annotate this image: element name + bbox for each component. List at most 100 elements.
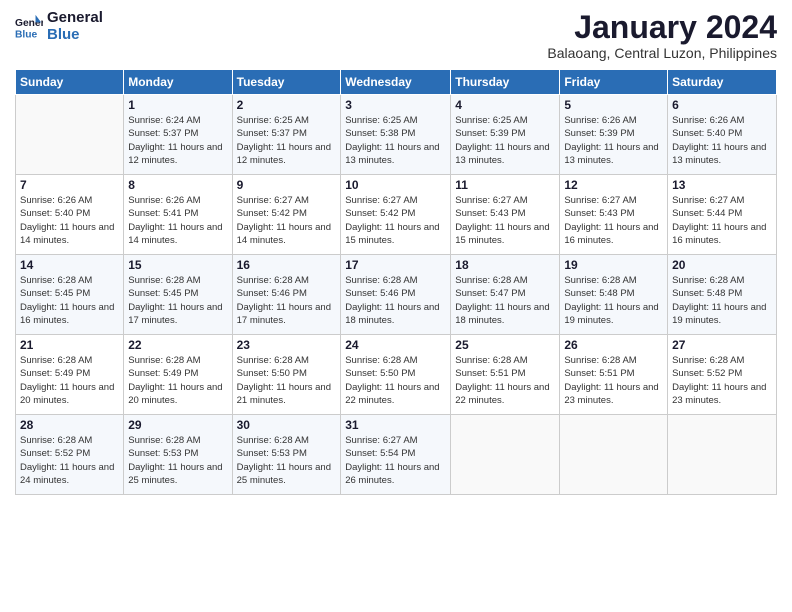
calendar-week-row: 28 Sunrise: 6:28 AM Sunset: 5:52 PM Dayli…	[16, 415, 777, 495]
weekday-header-sunday: Sunday	[16, 70, 124, 95]
day-number: 14	[20, 258, 119, 272]
calendar-cell: 13 Sunrise: 6:27 AM Sunset: 5:44 PM Dayli…	[668, 175, 777, 255]
calendar-cell: 4 Sunrise: 6:25 AM Sunset: 5:39 PM Daylig…	[451, 95, 560, 175]
day-detail: Sunrise: 6:28 AM Sunset: 5:51 PM Dayligh…	[455, 354, 555, 407]
day-number: 8	[128, 178, 227, 192]
calendar-cell: 1 Sunrise: 6:24 AM Sunset: 5:37 PM Daylig…	[124, 95, 232, 175]
day-number: 26	[564, 338, 663, 352]
calendar-cell: 30Sunrise: 6:28 AM Sunset: 5:53 PM Dayli…	[232, 415, 341, 495]
day-detail: Sunrise: 6:27 AM Sunset: 5:42 PM Dayligh…	[237, 194, 337, 247]
day-detail: Sunrise: 6:27 AM Sunset: 5:44 PM Dayligh…	[672, 194, 772, 247]
day-detail: Sunrise: 6:28 AM Sunset: 5:48 PM Dayligh…	[564, 274, 663, 327]
day-number: 23	[237, 338, 337, 352]
day-detail: Sunrise: 6:28 AM Sunset: 5:49 PM Dayligh…	[20, 354, 119, 407]
month-year-title: January 2024	[547, 10, 777, 45]
day-detail: Sunrise: 6:28 AM Sunset: 5:46 PM Dayligh…	[237, 274, 337, 327]
title-block: January 2024 Balaoang, Central Luzon, Ph…	[547, 10, 777, 61]
day-number: 16	[237, 258, 337, 272]
day-detail: Sunrise: 6:28 AM Sunset: 5:50 PM Dayligh…	[345, 354, 446, 407]
page-header: General Blue General Blue January 2024 B…	[15, 10, 777, 61]
calendar-cell: 2Sunrise: 6:25 AM Sunset: 5:37 PM Daylig…	[232, 95, 341, 175]
day-detail: Sunrise: 6:26 AM Sunset: 5:40 PM Dayligh…	[20, 194, 119, 247]
calendar-cell: 31Sunrise: 6:27 AM Sunset: 5:54 PM Dayli…	[341, 415, 451, 495]
day-number: 11	[455, 178, 555, 192]
day-number: 21	[20, 338, 119, 352]
weekday-header-tuesday: Tuesday	[232, 70, 341, 95]
day-number: 19	[564, 258, 663, 272]
calendar-cell: 17 Sunrise: 6:28 AM Sunset: 5:46 PM Dayli…	[341, 255, 451, 335]
calendar-cell: 3Sunrise: 6:25 AM Sunset: 5:38 PM Daylig…	[341, 95, 451, 175]
weekday-header-wednesday: Wednesday	[341, 70, 451, 95]
day-number: 28	[20, 418, 119, 432]
calendar-cell: 27Sunrise: 6:28 AM Sunset: 5:52 PM Dayli…	[668, 335, 777, 415]
day-detail: Sunrise: 6:28 AM Sunset: 5:53 PM Dayligh…	[237, 434, 337, 487]
day-detail: Sunrise: 6:28 AM Sunset: 5:48 PM Dayligh…	[672, 274, 772, 327]
day-number: 25	[455, 338, 555, 352]
day-detail: Sunrise: 6:28 AM Sunset: 5:47 PM Dayligh…	[455, 274, 555, 327]
day-number: 9	[237, 178, 337, 192]
day-detail: Sunrise: 6:26 AM Sunset: 5:40 PM Dayligh…	[672, 114, 772, 167]
calendar-cell: 7 Sunrise: 6:26 AM Sunset: 5:40 PM Daylig…	[16, 175, 124, 255]
logo-general: General	[47, 10, 103, 27]
weekday-header-thursday: Thursday	[451, 70, 560, 95]
calendar-cell: 10Sunrise: 6:27 AM Sunset: 5:42 PM Dayli…	[341, 175, 451, 255]
day-detail: Sunrise: 6:27 AM Sunset: 5:54 PM Dayligh…	[345, 434, 446, 487]
calendar-week-row: 21 Sunrise: 6:28 AM Sunset: 5:49 PM Dayli…	[16, 335, 777, 415]
calendar-week-row: 1 Sunrise: 6:24 AM Sunset: 5:37 PM Daylig…	[16, 95, 777, 175]
day-detail: Sunrise: 6:28 AM Sunset: 5:46 PM Dayligh…	[345, 274, 446, 327]
calendar-cell: 25 Sunrise: 6:28 AM Sunset: 5:51 PM Dayli…	[451, 335, 560, 415]
calendar-cell: 14 Sunrise: 6:28 AM Sunset: 5:45 PM Dayli…	[16, 255, 124, 335]
day-number: 15	[128, 258, 227, 272]
location-subtitle: Balaoang, Central Luzon, Philippines	[547, 45, 777, 61]
calendar-cell	[451, 415, 560, 495]
day-detail: Sunrise: 6:28 AM Sunset: 5:53 PM Dayligh…	[128, 434, 227, 487]
day-detail: Sunrise: 6:28 AM Sunset: 5:49 PM Dayligh…	[128, 354, 227, 407]
day-detail: Sunrise: 6:28 AM Sunset: 5:45 PM Dayligh…	[128, 274, 227, 327]
day-number: 1	[128, 98, 227, 112]
day-detail: Sunrise: 6:27 AM Sunset: 5:43 PM Dayligh…	[564, 194, 663, 247]
day-number: 6	[672, 98, 772, 112]
day-detail: Sunrise: 6:28 AM Sunset: 5:51 PM Dayligh…	[564, 354, 663, 407]
day-number: 3	[345, 98, 446, 112]
calendar-cell: 9 Sunrise: 6:27 AM Sunset: 5:42 PM Daylig…	[232, 175, 341, 255]
calendar-table: SundayMondayTuesdayWednesdayThursdayFrid…	[15, 69, 777, 495]
day-number: 13	[672, 178, 772, 192]
day-number: 10	[345, 178, 446, 192]
day-detail: Sunrise: 6:25 AM Sunset: 5:39 PM Dayligh…	[455, 114, 555, 167]
svg-text:Blue: Blue	[15, 29, 38, 40]
calendar-cell	[16, 95, 124, 175]
calendar-cell: 24Sunrise: 6:28 AM Sunset: 5:50 PM Dayli…	[341, 335, 451, 415]
day-number: 29	[128, 418, 227, 432]
calendar-cell: 22 Sunrise: 6:28 AM Sunset: 5:49 PM Dayli…	[124, 335, 232, 415]
day-number: 22	[128, 338, 227, 352]
calendar-week-row: 14 Sunrise: 6:28 AM Sunset: 5:45 PM Dayli…	[16, 255, 777, 335]
day-number: 17	[345, 258, 446, 272]
logo-blue: Blue	[47, 27, 103, 44]
day-number: 5	[564, 98, 663, 112]
calendar-cell: 5Sunrise: 6:26 AM Sunset: 5:39 PM Daylig…	[560, 95, 668, 175]
calendar-cell: 29 Sunrise: 6:28 AM Sunset: 5:53 PM Dayli…	[124, 415, 232, 495]
calendar-cell: 20 Sunrise: 6:28 AM Sunset: 5:48 PM Dayli…	[668, 255, 777, 335]
calendar-cell: 12 Sunrise: 6:27 AM Sunset: 5:43 PM Dayli…	[560, 175, 668, 255]
calendar-cell: 18 Sunrise: 6:28 AM Sunset: 5:47 PM Dayli…	[451, 255, 560, 335]
logo-icon: General Blue	[15, 13, 43, 41]
day-number: 27	[672, 338, 772, 352]
day-detail: Sunrise: 6:28 AM Sunset: 5:52 PM Dayligh…	[20, 434, 119, 487]
day-number: 12	[564, 178, 663, 192]
logo: General Blue General Blue	[15, 10, 103, 43]
calendar-cell: 6 Sunrise: 6:26 AM Sunset: 5:40 PM Daylig…	[668, 95, 777, 175]
day-number: 20	[672, 258, 772, 272]
calendar-cell: 21 Sunrise: 6:28 AM Sunset: 5:49 PM Dayli…	[16, 335, 124, 415]
day-number: 4	[455, 98, 555, 112]
day-detail: Sunrise: 6:28 AM Sunset: 5:50 PM Dayligh…	[237, 354, 337, 407]
day-detail: Sunrise: 6:28 AM Sunset: 5:45 PM Dayligh…	[20, 274, 119, 327]
weekday-header-monday: Monday	[124, 70, 232, 95]
calendar-cell: 26 Sunrise: 6:28 AM Sunset: 5:51 PM Dayli…	[560, 335, 668, 415]
day-number: 7	[20, 178, 119, 192]
calendar-cell	[560, 415, 668, 495]
calendar-cell: 19 Sunrise: 6:28 AM Sunset: 5:48 PM Dayli…	[560, 255, 668, 335]
calendar-cell: 8Sunrise: 6:26 AM Sunset: 5:41 PM Daylig…	[124, 175, 232, 255]
day-detail: Sunrise: 6:24 AM Sunset: 5:37 PM Dayligh…	[128, 114, 227, 167]
day-number: 18	[455, 258, 555, 272]
calendar-cell: 16 Sunrise: 6:28 AM Sunset: 5:46 PM Dayli…	[232, 255, 341, 335]
